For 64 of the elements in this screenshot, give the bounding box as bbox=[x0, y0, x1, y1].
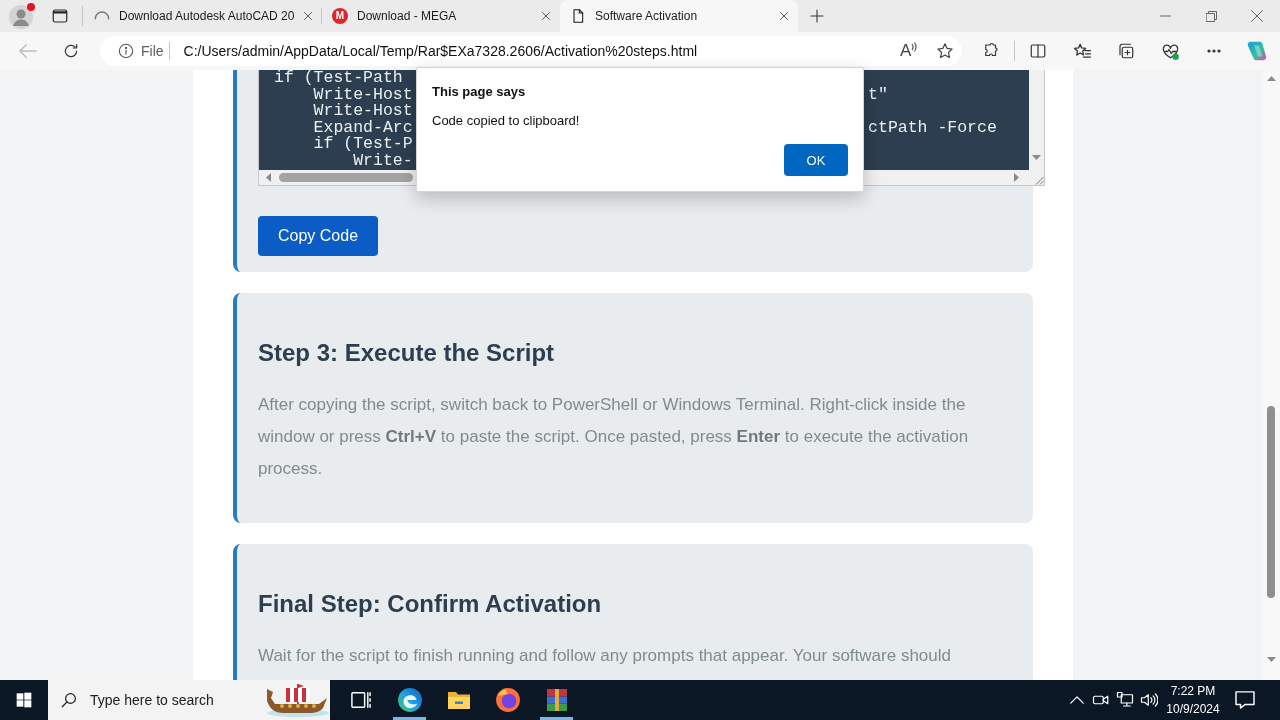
close-icon[interactable] bbox=[302, 10, 314, 22]
logo-icon: M bbox=[332, 8, 348, 24]
network-icon[interactable] bbox=[1116, 691, 1134, 709]
step-heading: Final Step: Confirm Activation bbox=[258, 589, 603, 618]
url-text[interactable]: C:/Users/admin/AppData/Local/Temp/Rar$EXa7328.2606/Activation%20steps.html bbox=[183, 43, 698, 59]
scrollbar-thumb[interactable] bbox=[279, 173, 413, 182]
code-line: if (Test-P bbox=[312, 136, 413, 153]
page-icon bbox=[570, 8, 586, 24]
code-line: Write- bbox=[353, 152, 413, 170]
close-icon[interactable] bbox=[1251, 10, 1263, 22]
restore-icon[interactable] bbox=[1205, 10, 1217, 22]
page-scrollbar[interactable] bbox=[1262, 70, 1280, 680]
more-icon[interactable] bbox=[1207, 49, 1221, 53]
books-icon[interactable] bbox=[544, 687, 569, 713]
code-line: Expand-Arc bbox=[312, 119, 413, 137]
speaker-icon[interactable] bbox=[1140, 691, 1158, 709]
collections-icon[interactable] bbox=[1117, 42, 1135, 60]
window-icon[interactable] bbox=[51, 7, 69, 25]
dialog-message: Code copied to clipboard! bbox=[432, 113, 581, 129]
step-text: Wait for the script to finish running and follow any prompts that appear. Your software should bbox=[258, 645, 952, 667]
scrollbar-thumb[interactable] bbox=[1267, 406, 1275, 598]
plus-icon[interactable] bbox=[809, 8, 825, 24]
star-icon[interactable] bbox=[936, 42, 954, 60]
step-text: After copying the script, switch back to PowerShell or Windows Terminal. Right-click inside the window or press Ctrl+V to paste the script. Once pasted, press Enter to execute the activation process. bbox=[258, 394, 970, 480]
dialog-title: This page says bbox=[432, 84, 527, 100]
browser-tab[interactable]: M Download - MEGA bbox=[322, 0, 560, 32]
favorites-icon[interactable] bbox=[1072, 41, 1092, 61]
ok-button[interactable]: OK bbox=[784, 144, 848, 176]
swirl-icon[interactable] bbox=[396, 687, 423, 713]
scroll-down-icon[interactable] bbox=[1032, 155, 1041, 160]
split-screen-icon[interactable] bbox=[1029, 42, 1047, 60]
search-bar[interactable]: Type here to search bbox=[48, 680, 330, 720]
task-view-icon[interactable] bbox=[350, 691, 371, 709]
resize-grip-icon[interactable] bbox=[1034, 175, 1044, 185]
start-icon[interactable] bbox=[16, 692, 32, 708]
code-line-end: t" bbox=[868, 86, 888, 104]
browser-tab[interactable]: Download Autodesk AutoCAD 20 bbox=[84, 0, 322, 32]
scheme-label: File bbox=[141, 43, 164, 59]
scroll-left-icon[interactable] bbox=[266, 173, 271, 182]
step-heading: Step 3: Execute the Script bbox=[258, 338, 556, 367]
clock-time[interactable]: 7:22 PM bbox=[1170, 682, 1216, 700]
vertical-scrollbar[interactable] bbox=[1029, 70, 1044, 170]
search-icon bbox=[60, 691, 78, 709]
close-icon[interactable] bbox=[540, 10, 552, 22]
notification-icon[interactable] bbox=[1235, 691, 1255, 709]
clock-date[interactable]: 10/9/2024 bbox=[1166, 700, 1220, 718]
browser-tab[interactable]: Software Activation bbox=[560, 0, 798, 32]
scroll-up-icon[interactable] bbox=[1266, 76, 1276, 81]
code-line-end: ctPath -Force bbox=[868, 119, 997, 137]
code-line: if (Test-Path bbox=[274, 70, 403, 87]
chevron-up-icon[interactable] bbox=[1070, 696, 1084, 704]
info-icon[interactable] bbox=[118, 43, 134, 59]
fox-icon[interactable] bbox=[494, 687, 521, 713]
scroll-down-icon[interactable] bbox=[1266, 657, 1276, 662]
code-line: Write-Host bbox=[313, 86, 413, 104]
scroll-right-icon[interactable] bbox=[1014, 173, 1019, 182]
avatar-icon[interactable] bbox=[8, 2, 36, 30]
search-input[interactable]: Type here to search bbox=[90, 690, 230, 710]
refresh-icon[interactable] bbox=[62, 42, 80, 60]
close-icon[interactable] bbox=[778, 10, 790, 22]
copy-code-button[interactable]: Copy Code bbox=[258, 216, 379, 256]
gradient-logo-icon[interactable] bbox=[1246, 40, 1268, 62]
code-line: Write-Host bbox=[312, 103, 413, 120]
address-field[interactable]: File C:/Users/admin/AppData/Local/Temp/Rar$EXa7328.2606/Activation%20steps.html A bbox=[100, 36, 962, 66]
